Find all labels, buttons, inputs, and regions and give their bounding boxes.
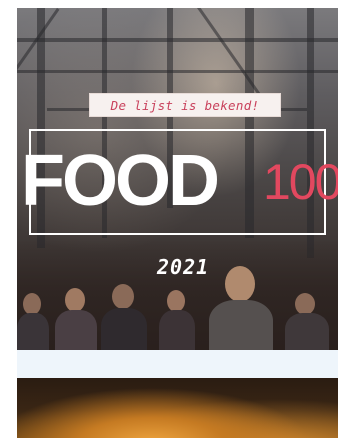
year-label: 2021 (157, 255, 210, 279)
logo-number-text: 100 (263, 154, 338, 210)
top-strip (17, 0, 338, 8)
left-gutter (0, 0, 17, 438)
logo-food-text: FOOD (21, 141, 220, 221)
section-divider (17, 350, 338, 378)
announcement-tagline: De lijst is bekend! (89, 93, 281, 117)
hero-banner[interactable]: De lijst is bekend! FOOD 100 2021 (17, 8, 338, 350)
next-article-image[interactable] (17, 378, 338, 438)
